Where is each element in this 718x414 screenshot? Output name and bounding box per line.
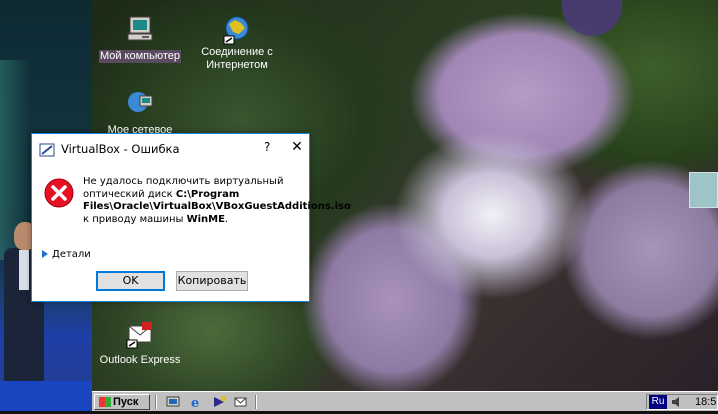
- error-dialog: VirtualBox - Ошибка ? ✕ Не удалось подкл…: [31, 133, 351, 302]
- internet-explorer-icon[interactable]: e: [189, 395, 205, 411]
- desktop-icon-outlook-express[interactable]: Outlook Express: [95, 318, 185, 368]
- windows-logo-icon: [99, 397, 111, 407]
- outlook-quicklaunch-icon[interactable]: [233, 395, 249, 409]
- clock[interactable]: 18:5: [695, 395, 716, 409]
- studio-floor: [0, 381, 92, 411]
- dialog-title: VirtualBox - Ошибка: [61, 142, 180, 156]
- expand-arrow-icon: [42, 250, 48, 258]
- desktop-icon-label: Outlook Express: [99, 354, 181, 366]
- start-label: Пуск: [113, 396, 139, 408]
- media-player-icon[interactable]: [211, 395, 227, 409]
- taskbar-separator: [255, 395, 257, 409]
- language-indicator[interactable]: Ru: [649, 395, 667, 409]
- error-message: Не удалось подключить виртуальный оптиче…: [83, 176, 351, 226]
- details-toggle[interactable]: Детали: [42, 249, 91, 260]
- message-text: к приводу машины: [83, 213, 187, 225]
- help-button[interactable]: ?: [264, 140, 270, 154]
- message-text: .: [224, 213, 229, 225]
- wallpaper-bud: [562, 0, 622, 36]
- copy-button[interactable]: Копировать: [176, 271, 248, 291]
- desktop-icon-label: Мой компьютер: [98, 50, 182, 63]
- network-icon: [124, 88, 156, 120]
- volume-icon[interactable]: [671, 396, 685, 412]
- taskbar: Пуск e Ru 18:5: [92, 391, 718, 411]
- show-desktop-icon[interactable]: [166, 395, 182, 409]
- system-tray: Ru 18:5: [646, 394, 718, 410]
- internet-connection-icon: [221, 14, 253, 46]
- desktop-icon-my-computer[interactable]: Мой компьютер: [95, 14, 185, 64]
- my-computer-icon: [124, 14, 156, 46]
- desktop-icon-internet-connection[interactable]: Соединение с Интернетом: [192, 14, 282, 73]
- svg-text:e: e: [191, 396, 199, 409]
- outlook-express-icon: [124, 318, 156, 350]
- virtualbox-app-icon: [39, 142, 55, 157]
- start-button[interactable]: Пуск: [94, 394, 150, 410]
- desktop-icon-network[interactable]: Мое сетевое: [95, 88, 185, 138]
- error-icon: [44, 178, 74, 208]
- details-label: Детали: [52, 249, 91, 260]
- message-vm-name: WinME: [186, 213, 225, 225]
- close-button[interactable]: ✕: [288, 138, 306, 156]
- taskbar-separator: [155, 395, 157, 409]
- ok-button[interactable]: OK: [96, 271, 165, 291]
- desktop-icon-label: Соединение с Интернетом: [201, 46, 273, 71]
- dialog-titlebar[interactable]: VirtualBox - Ошибка ? ✕: [32, 134, 309, 164]
- partial-window-edge: [689, 172, 718, 208]
